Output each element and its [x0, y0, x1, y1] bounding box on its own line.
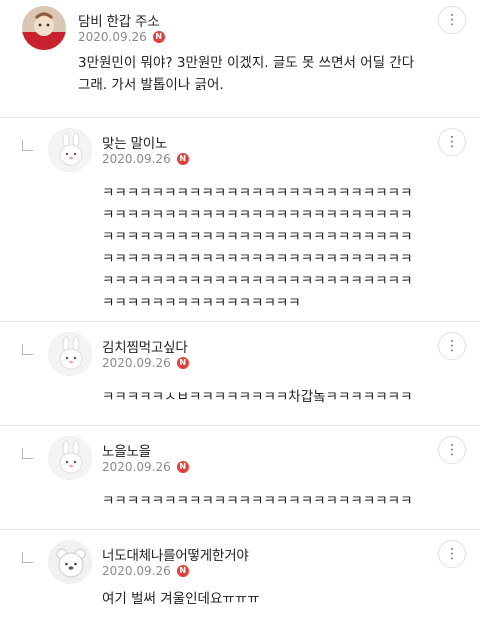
avatar[interactable]: [48, 128, 92, 172]
comment-meta: 2020.09.26 N: [102, 460, 189, 474]
reply-indicator: [22, 552, 33, 563]
comment-meta: 2020.09.26 N: [78, 30, 165, 44]
comment-body: ㅋㅋㅋㅋㅋㅋㅋㅋㅋㅋㅋㅋㅋㅋㅋㅋㅋㅋㅋㅋㅋㅋㅋㅋㅋ: [102, 490, 472, 512]
comment-date: 2020.09.26: [102, 564, 171, 578]
comment-body: ㅋㅋㅋㅋㅋㅅㅂㅋㅋㅋㅋㅋㅋㅋㅋ차갑놐ㅋㅋㅋㅋㅋㅋㅋ: [102, 386, 472, 408]
comment-author[interactable]: 맞는 말이노: [102, 132, 167, 152]
comment-line: ㅋㅋㅋㅋㅋㅋㅋㅋㅋㅋㅋㅋㅋㅋㅋㅋㅋㅋㅋㅋㅋㅋㅋㅋㅋ: [102, 251, 413, 267]
reply-indicator: [22, 140, 33, 151]
new-badge: N: [176, 153, 189, 165]
comment-line: ㅋㅋㅋㅋㅋㅋㅋㅋㅋㅋㅋㅋㅋㅋㅋㅋ: [102, 295, 301, 311]
avatar[interactable]: [48, 436, 92, 480]
new-badge: N: [176, 565, 189, 577]
more-options-button[interactable]: ⋮: [438, 332, 466, 360]
new-badge: N: [152, 31, 165, 43]
comment-date: 2020.09.26: [102, 356, 171, 370]
comment-date: 2020.09.26: [102, 152, 171, 166]
comment-author[interactable]: 노을노을: [102, 440, 151, 460]
comment-line: ㅋㅋㅋㅋㅋㅋㅋㅋㅋㅋㅋㅋㅋㅋㅋㅋㅋㅋㅋㅋㅋㅋㅋㅋㅋ: [102, 185, 413, 201]
more-options-button[interactable]: ⋮: [438, 6, 466, 34]
new-badge: N: [176, 461, 189, 473]
comment-date: 2020.09.26: [78, 30, 147, 44]
comment-line: ㅋㅋㅋㅋㅋㅋㅋㅋㅋㅋㅋㅋㅋㅋㅋㅋㅋㅋㅋㅋㅋㅋㅋㅋㅋ: [102, 493, 413, 509]
avatar[interactable]: [22, 6, 66, 50]
comment-line: 여기 벌써 겨울인데요ㅠㅠㅠ: [102, 591, 260, 607]
reply-item: 노을노을 2020.09.26 N ⋮ ㅋㅋㅋㅋㅋㅋㅋㅋㅋㅋㅋㅋㅋㅋㅋㅋㅋㅋㅋㅋ…: [0, 426, 480, 530]
more-options-button[interactable]: ⋮: [438, 540, 466, 568]
comment-line: ㅋㅋㅋㅋㅋㅋㅋㅋㅋㅋㅋㅋㅋㅋㅋㅋㅋㅋㅋㅋㅋㅋㅋㅋㅋ: [102, 273, 413, 289]
comment-line: ㅋㅋㅋㅋㅋㅅㅂㅋㅋㅋㅋㅋㅋㅋㅋ차갑놐ㅋㅋㅋㅋㅋㅋㅋ: [102, 389, 413, 405]
more-options-button[interactable]: ⋮: [438, 128, 466, 156]
comment-item: 담비 한갑 주소 2020.09.26 N ⋮ 3만원민이 뭐야? 3만원만 이…: [0, 0, 480, 118]
comment-meta: 2020.09.26 N: [102, 152, 189, 166]
comment-body: ㅋㅋㅋㅋㅋㅋㅋㅋㅋㅋㅋㅋㅋㅋㅋㅋㅋㅋㅋㅋㅋㅋㅋㅋㅋ ㅋㅋㅋㅋㅋㅋㅋㅋㅋㅋㅋㅋㅋㅋ…: [102, 182, 472, 314]
comment-author[interactable]: 담비 한갑 주소: [78, 10, 160, 30]
comment-author[interactable]: 김치찜먹고싶다: [102, 336, 188, 356]
comment-author[interactable]: 너도대체나를어떻게한거야: [102, 544, 249, 564]
reply-item: 맞는 말이노 2020.09.26 N ⋮ ㅋㅋㅋㅋㅋㅋㅋㅋㅋㅋㅋㅋㅋㅋㅋㅋㅋㅋ…: [0, 118, 480, 322]
comment-body: 여기 벌써 겨울인데요ㅠㅠㅠ: [102, 588, 472, 610]
comment-meta: 2020.09.26 N: [102, 356, 189, 370]
reply-indicator: [22, 448, 33, 459]
reply-indicator: [22, 344, 33, 355]
avatar[interactable]: [48, 332, 92, 376]
comment-line: ㅋㅋㅋㅋㅋㅋㅋㅋㅋㅋㅋㅋㅋㅋㅋㅋㅋㅋㅋㅋㅋㅋㅋㅋㅋ: [102, 207, 413, 223]
comment-line: 그래. 가서 발톱이나 긁어.: [78, 77, 224, 93]
comment-line: ㅋㅋㅋㅋㅋㅋㅋㅋㅋㅋㅋㅋㅋㅋㅋㅋㅋㅋㅋㅋㅋㅋㅋㅋㅋ: [102, 229, 413, 245]
comment-date: 2020.09.26: [102, 460, 171, 474]
comment-meta: 2020.09.26 N: [102, 564, 189, 578]
comment-body: 3만원민이 뭐야? 3만원만 이겠지. 글도 못 쓰면서 어딜 간다 그래. 가…: [78, 52, 468, 96]
reply-item: 너도대체나를어떻게한거야 2020.09.26 N ⋮ 여기 벌써 겨울인데요ㅠ…: [0, 530, 480, 620]
avatar[interactable]: [48, 540, 92, 584]
more-options-button[interactable]: ⋮: [438, 436, 466, 464]
new-badge: N: [176, 357, 189, 369]
reply-item: 김치찜먹고싶다 2020.09.26 N ⋮ ㅋㅋㅋㅋㅋㅅㅂㅋㅋㅋㅋㅋㅋㅋㅋ차갑…: [0, 322, 480, 426]
comment-line: 3만원민이 뭐야? 3만원만 이겠지. 글도 못 쓰면서 어딜 간다: [78, 55, 415, 71]
